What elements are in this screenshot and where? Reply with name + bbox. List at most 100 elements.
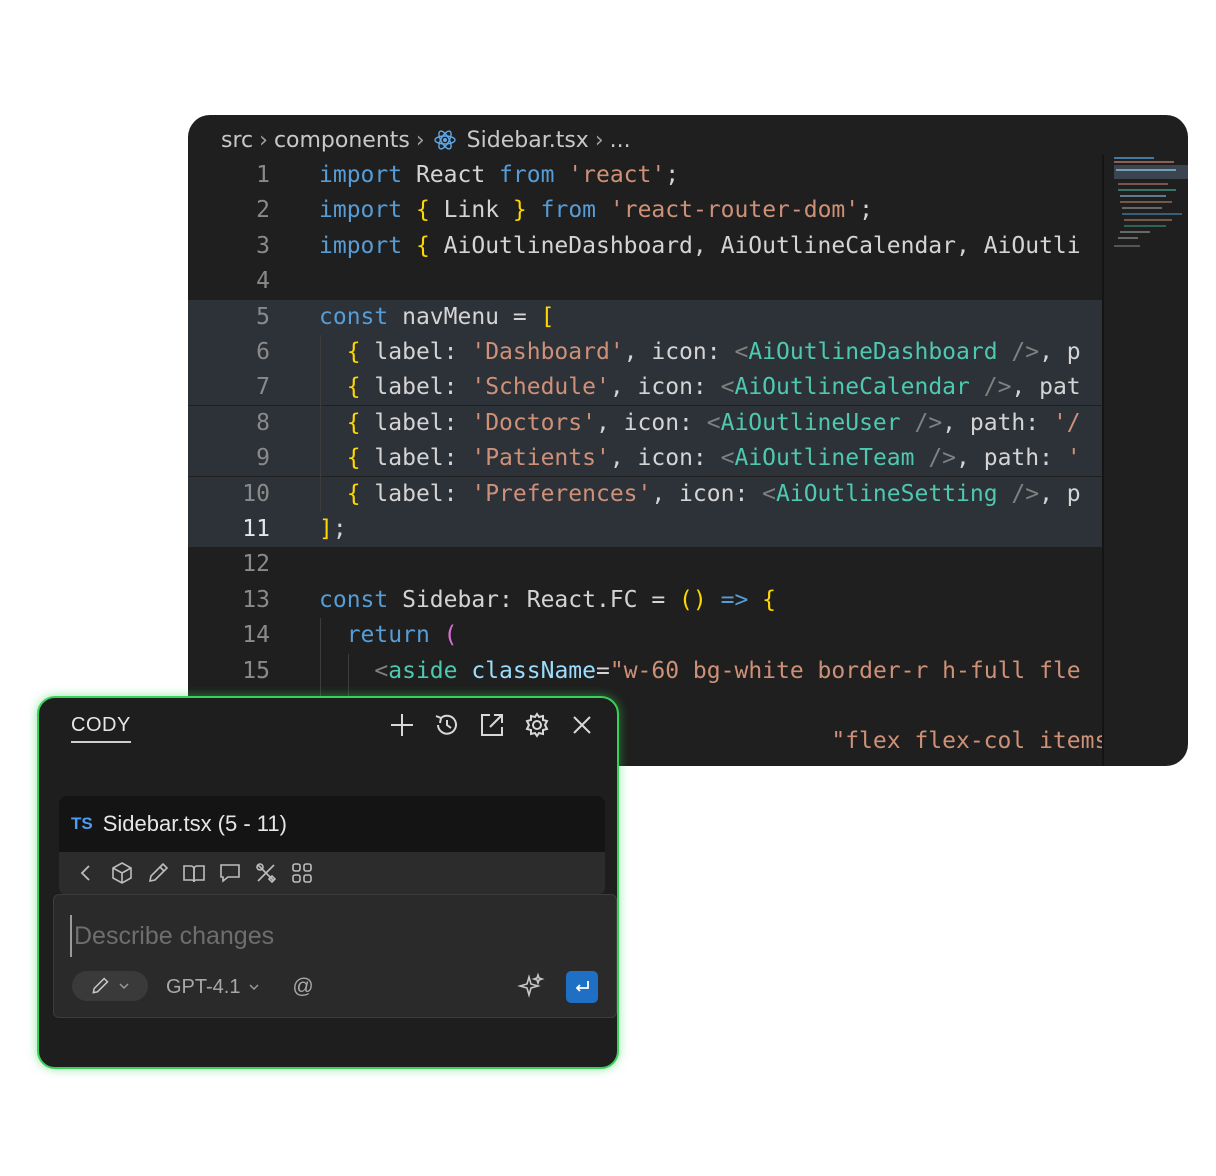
describe-changes-input[interactable]: [70, 915, 596, 957]
tools-icon[interactable]: [253, 860, 279, 886]
code-line[interactable]: 2 import { Link } from 'react-router-dom'…: [188, 193, 1102, 228]
mode-selector[interactable]: [72, 971, 148, 1001]
pencil-icon: [92, 977, 109, 994]
chevron-left-icon[interactable]: [73, 860, 99, 886]
code-text: { label: 'Patients', icon: <AiOutlineTea…: [319, 441, 1081, 476]
code-text: { label: 'Dashboard', icon: <AiOutlineDa…: [319, 335, 1081, 370]
code-text: ];: [319, 512, 347, 547]
code-text: import React from 'react';: [319, 158, 679, 193]
model-label: GPT-4.1: [166, 975, 241, 998]
code-token: AiOutlineSetting: [776, 480, 998, 507]
react-icon: [433, 128, 457, 152]
code-token: <: [720, 374, 735, 401]
plus-icon[interactable]: [387, 710, 417, 740]
model-selector[interactable]: GPT-4.1: [166, 973, 260, 1001]
toolbar: [59, 852, 605, 894]
sparkle-icon[interactable]: [516, 971, 546, 1001]
line-number: 5: [256, 303, 270, 330]
line-number: 11: [242, 516, 270, 542]
code-token: <: [374, 657, 389, 684]
breadcrumb-item-symbol[interactable]: ...: [610, 128, 631, 153]
code-line[interactable]: 15 <aside className="w-60 bg-white borde…: [188, 654, 1102, 689]
code-editor-window: src › components › Sidebar.tsx › ... 1 im…: [188, 115, 1188, 766]
code-token: "w-60 bg-white border-r h-full fle: [609, 657, 1081, 684]
enter-icon: [575, 981, 589, 992]
line-number: 7: [256, 374, 270, 401]
line-number: 2: [256, 197, 270, 224]
code-text: import { Link } from 'react-router-dom';: [319, 193, 873, 228]
code-token: />: [914, 445, 957, 472]
mention-button[interactable]: @: [290, 973, 316, 1001]
code-area[interactable]: 1 import React from 'react'; 2 import { Lin…: [188, 155, 1102, 766]
code-token: const: [319, 586, 389, 613]
open-external-icon[interactable]: [477, 710, 507, 740]
code-token: />: [997, 339, 1040, 365]
code-token: {: [346, 480, 361, 507]
code-line[interactable]: 6 { label: 'Dashboard', icon: <AiOutline…: [188, 335, 1102, 370]
line-number: 15: [242, 657, 270, 684]
code-token: , path:: [942, 409, 1053, 436]
pencil-icon[interactable]: [145, 860, 171, 886]
code-line[interactable]: 7 { label: 'Schedule', icon: <AiOutlineC…: [188, 370, 1102, 406]
context-file-chip[interactable]: TS Sidebar.tsx (5 - 11): [59, 796, 605, 852]
code-token: {: [346, 339, 361, 365]
code-token: ': [1066, 445, 1081, 472]
breadcrumb: src › components › Sidebar.tsx › ...: [221, 123, 631, 157]
gear-icon[interactable]: [522, 710, 552, 740]
history-icon[interactable]: [432, 710, 462, 740]
code-token: from: [499, 162, 555, 188]
code-token: 'react': [568, 162, 666, 188]
code-line[interactable]: 11];: [188, 512, 1102, 547]
code-token: (: [443, 622, 458, 649]
breadcrumb-item-src[interactable]: src: [221, 128, 253, 153]
code-text: <aside className="w-60 bg-white border-r…: [319, 654, 1081, 689]
code-line[interactable]: 12: [188, 547, 1102, 582]
code-token: AiOutlineCalendar: [734, 374, 970, 401]
code-line[interactable]: 4: [188, 264, 1102, 299]
code-token: 'Schedule': [471, 374, 610, 401]
code-line[interactable]: 8 { label: 'Doctors', icon: <AiOutlineUs…: [188, 405, 1102, 441]
code-token: {: [346, 409, 361, 436]
code-token: , pat: [1011, 374, 1081, 401]
code-line[interactable]: 10 { label: 'Preferences', icon: <AiOutl…: [188, 476, 1102, 512]
minimap[interactable]: [1114, 157, 1188, 267]
typescript-icon: TS: [71, 814, 93, 833]
breadcrumb-item-components[interactable]: components: [274, 128, 410, 153]
code-line[interactable]: 9 { label: 'Patients', icon: <AiOutlineT…: [188, 441, 1102, 477]
code-line[interactable]: 13 const Sidebar: React.FC = () => {: [188, 583, 1102, 618]
line-number: 14: [242, 622, 270, 649]
code-token: , icon:: [651, 480, 763, 507]
code-token: AiOutlineDashboard: [748, 339, 998, 365]
code-token: label:: [360, 480, 472, 507]
code-token: label:: [360, 409, 472, 436]
send-button[interactable]: [566, 971, 598, 1003]
code-token: React: [402, 162, 500, 188]
code-token: , p: [1039, 339, 1081, 365]
close-icon[interactable]: [567, 710, 597, 740]
code-text: { label: 'Preferences', icon: <AiOutline…: [319, 477, 1081, 512]
code-token: AiOutlineTeam: [734, 445, 915, 472]
code-line[interactable]: 1 import React from 'react';: [188, 158, 1102, 193]
chat-icon[interactable]: [217, 860, 243, 886]
line-number: 13: [242, 586, 270, 613]
code-token: />: [997, 480, 1040, 507]
breadcrumb-item-file[interactable]: Sidebar.tsx: [467, 128, 589, 153]
code-token: AiOutlineDashboard, AiOutlineCalendar, A…: [429, 232, 1081, 259]
code-line[interactable]: 3 import { AiOutlineDashboard, AiOutlineC…: [188, 229, 1102, 264]
line-number: 3: [256, 232, 270, 259]
book-icon[interactable]: [181, 860, 207, 886]
line-number: 9: [256, 445, 270, 472]
code-token: return: [346, 622, 430, 649]
cody-tab-title[interactable]: CODY: [71, 714, 131, 743]
grid-icon[interactable]: [289, 860, 315, 886]
code-line[interactable]: 5 const navMenu = [: [188, 299, 1102, 335]
cube-icon[interactable]: [109, 860, 135, 886]
code-line[interactable]: 14 return (: [188, 618, 1102, 653]
